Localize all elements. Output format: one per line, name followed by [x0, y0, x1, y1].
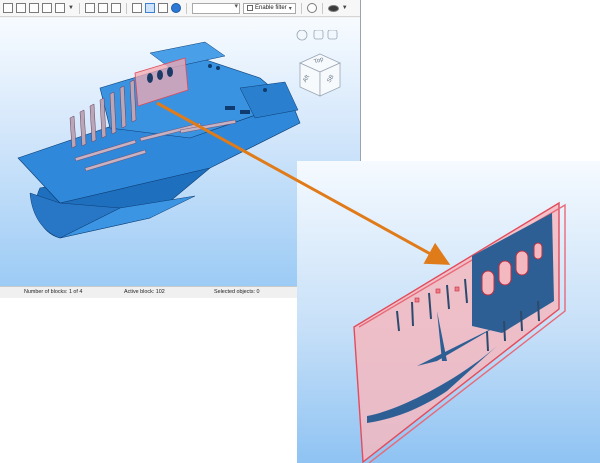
chevron-down-icon[interactable]: ▼	[68, 5, 74, 11]
toolbar-separator	[79, 2, 80, 14]
rotate-icon[interactable]	[29, 3, 39, 13]
bulkhead-plate-detail	[353, 201, 566, 463]
toolbar-separator	[300, 2, 302, 14]
zoom-detail-panel	[297, 161, 600, 463]
orbit-icon	[296, 30, 308, 41]
wireframe-icon[interactable]	[132, 3, 142, 13]
transparency-icon[interactable]	[158, 3, 168, 13]
view-front-icon[interactable]	[85, 3, 95, 13]
select-icon[interactable]	[3, 3, 13, 13]
measure-icon[interactable]	[42, 3, 52, 13]
toolbar-separator	[186, 2, 187, 14]
view-fit-icon[interactable]	[111, 3, 121, 13]
view-cube[interactable]: Top Aft SB	[290, 30, 350, 110]
enable-filter-label: Enable filter	[255, 5, 287, 11]
toolbar: ▼ Enable filter ▾ ▼	[0, 0, 360, 17]
status-selected: Selected objects: 0	[214, 289, 260, 295]
display-combo[interactable]	[192, 2, 240, 14]
move-icon[interactable]	[16, 3, 26, 13]
chevron-down-icon[interactable]: ▼	[342, 5, 348, 11]
undo-icon[interactable]	[306, 3, 317, 13]
status-active-block: Active block: 102	[124, 289, 165, 295]
color-sphere-icon[interactable]	[171, 3, 181, 13]
enable-filter-checkbox[interactable]: Enable filter ▾	[243, 2, 296, 14]
checkbox-icon[interactable]	[247, 5, 253, 11]
view-back-icon[interactable]	[98, 3, 108, 13]
status-blocks: Number of blocks: 1 of 4	[24, 289, 83, 295]
eye-icon[interactable]	[327, 4, 339, 12]
toolbar-separator	[126, 2, 127, 14]
chevron-down-icon: ▾	[288, 5, 292, 12]
section-icon[interactable]	[55, 3, 65, 13]
toolbar-separator	[321, 2, 323, 14]
shaded-icon[interactable]	[145, 3, 155, 13]
